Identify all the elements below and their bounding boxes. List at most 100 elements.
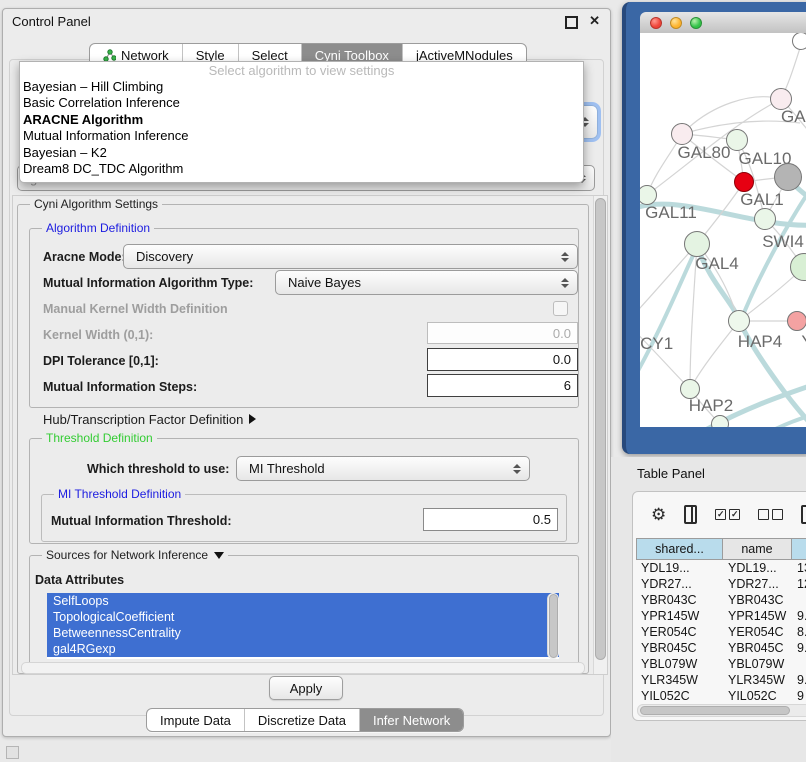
control-panel-title: Control Panel [12,14,91,29]
screen: Control Panel ✕ Network Style Select Cyn… [0,0,806,762]
node-table: shared... name YDL19...YDL19...13 YDR27.… [636,538,806,704]
manual-kernel-label: Manual Kernel Width Definition [43,302,228,316]
network-node-label: HAP2 [689,396,733,416]
column-header[interactable] [792,538,806,560]
network-view-window[interactable]: GALGAL80GAL10GAL1GAL11GAL4SWI4GCY1HAP4YH… [622,2,806,454]
network-node[interactable] [734,172,754,192]
spinner-arrows-icon [561,252,569,262]
spinner-arrows-icon [561,278,569,288]
dpi-tolerance-label: DPI Tolerance [0,1]: [43,354,159,368]
network-node[interactable] [711,415,729,427]
network-node[interactable] [728,310,750,332]
table-row[interactable]: YBL079WYBL079W [636,656,806,672]
column-header[interactable]: name [723,538,792,560]
table-horizontal-scrollbar[interactable] [637,704,806,717]
columns-icon[interactable] [684,505,697,524]
list-item-selected[interactable]: BetweennessCentrality [47,625,559,641]
list-item-selected[interactable]: gal4RGexp [47,641,559,657]
network-canvas[interactable]: GALGAL80GAL10GAL1GAL11GAL4SWI4GCY1HAP4YH… [640,33,806,427]
table-row[interactable]: YDR27...YDR27...12 [636,576,806,592]
gear-icon[interactable]: ⚙ [651,506,666,523]
network-node[interactable] [792,33,806,50]
network-node-label: SWI4 [762,232,804,252]
deselect-all-checkboxes-icon[interactable] [758,509,783,520]
network-node-label: HAP4 [738,332,782,352]
manual-kernel-checkbox[interactable] [553,301,568,316]
table-row[interactable]: YER054CYER054C8. [636,624,806,640]
group-title: MI Threshold Definition [54,487,185,501]
which-threshold-combobox[interactable]: MI Threshold [236,456,530,481]
popup-item[interactable]: Mutual Information Inference [20,128,583,144]
kernel-width-field[interactable] [427,322,578,344]
window-grip-icon [6,746,19,759]
dpi-tolerance-field[interactable] [427,348,578,371]
settings-scroll-viewport: Cyni Algorithm Settings Algorithm Defini… [12,195,608,675]
hub-definition-toggle[interactable]: Hub/Transcription Factor Definition [43,412,256,427]
table-row[interactable]: YBR045CYBR045C9. [636,640,806,656]
popup-item[interactable]: Basic Correlation Inference [20,95,583,111]
network-window-titlebar[interactable] [640,12,806,34]
which-threshold-label: Which threshold to use: [87,462,229,476]
group-title: Cyni Algorithm Settings [30,197,162,211]
close-traffic-light-icon[interactable] [650,17,662,29]
zoom-traffic-light-icon[interactable] [690,17,702,29]
mi-threshold-field[interactable] [423,508,558,531]
horizontal-scroll-track[interactable] [21,662,585,674]
close-icon[interactable]: ✕ [589,13,600,29]
network-node[interactable] [774,163,802,191]
select-all-checkboxes-icon[interactable]: ✓✓ [715,509,740,520]
network-node[interactable] [726,129,748,151]
popup-placeholder: Select algorithm to view settings [20,62,583,79]
list-item-selected[interactable]: SelfLoops [47,593,559,609]
popup-item-selected[interactable]: ARACNE Algorithm [20,112,583,128]
network-node[interactable] [787,311,806,331]
popup-item[interactable]: Bayesian – K2 [20,145,583,161]
network-node[interactable] [671,123,693,145]
table-row[interactable]: YBR043CYBR043C [636,592,806,608]
control-panel-window: Control Panel ✕ Network Style Select Cyn… [2,8,611,737]
expanded-arrow-icon [214,552,224,559]
network-node-label: GAL80 [678,143,731,163]
network-node-label: GAL1 [740,190,783,210]
table-panel-title: Table Panel [637,466,705,481]
popup-item[interactable]: Dream8 DC_TDC Algorithm [20,161,583,177]
tab-discretize-data[interactable]: Discretize Data [244,709,359,731]
apply-button[interactable]: Apply [269,676,343,700]
new-table-icon[interactable] [801,505,806,524]
aracne-mode-combobox[interactable]: Discovery [123,244,578,269]
table-panel: Table Panel ⚙ ✓✓ shared... name [611,457,806,762]
table-row[interactable]: YDL19...YDL19...13 [636,560,806,576]
table-row[interactable]: YIL052CYIL052C9 [636,688,806,704]
tab-impute-data[interactable]: Impute Data [147,709,244,731]
network-node[interactable] [754,208,776,230]
mi-steps-field[interactable] [427,374,578,397]
network-node-label: GAL [781,107,806,127]
mi-type-combobox[interactable]: Naive Bayes [275,270,578,295]
group-title: Algorithm Definition [42,221,154,235]
data-attributes-label: Data Attributes [35,573,124,587]
group-title: Threshold Definition [42,431,157,445]
mi-threshold-label: Mutual Information Threshold: [51,514,232,528]
table-row[interactable]: YLR345WYLR345W9. [636,672,806,688]
table-row[interactable]: YPR145WYPR145W9. [636,608,806,624]
network-icon [103,49,116,62]
network-node-label: Y [801,332,806,352]
tab-infer-network[interactable]: Infer Network [359,709,463,731]
kernel-width-label: Kernel Width (0,1): [43,328,153,342]
list-item-selected[interactable]: TopologicalCoefficient [47,609,559,625]
algorithm-dropdown-popup: Select algorithm to view settings Bayesi… [19,61,584,183]
list-scrollbar[interactable] [547,593,559,659]
float-window-icon[interactable] [565,16,578,29]
network-node-label: GCY1 [640,334,673,354]
collapsed-arrow-icon [249,414,256,424]
network-node-label: GAL4 [695,254,738,274]
mi-steps-label: Mutual Information Steps: [43,380,197,394]
settings-scrollbar[interactable] [593,196,607,674]
network-node-label: GAL11 [645,203,697,223]
aracne-mode-label: Aracne Mode: [43,250,126,264]
column-header[interactable]: shared... [636,538,723,560]
popup-item[interactable]: Bayesian – Hill Climbing [20,79,583,95]
table-box: ⚙ ✓✓ shared... name YDL19...YDL19...13 [632,491,806,721]
data-attributes-list: SelfLoops TopologicalCoefficient Between… [47,593,559,659]
minimize-traffic-light-icon[interactable] [670,17,682,29]
